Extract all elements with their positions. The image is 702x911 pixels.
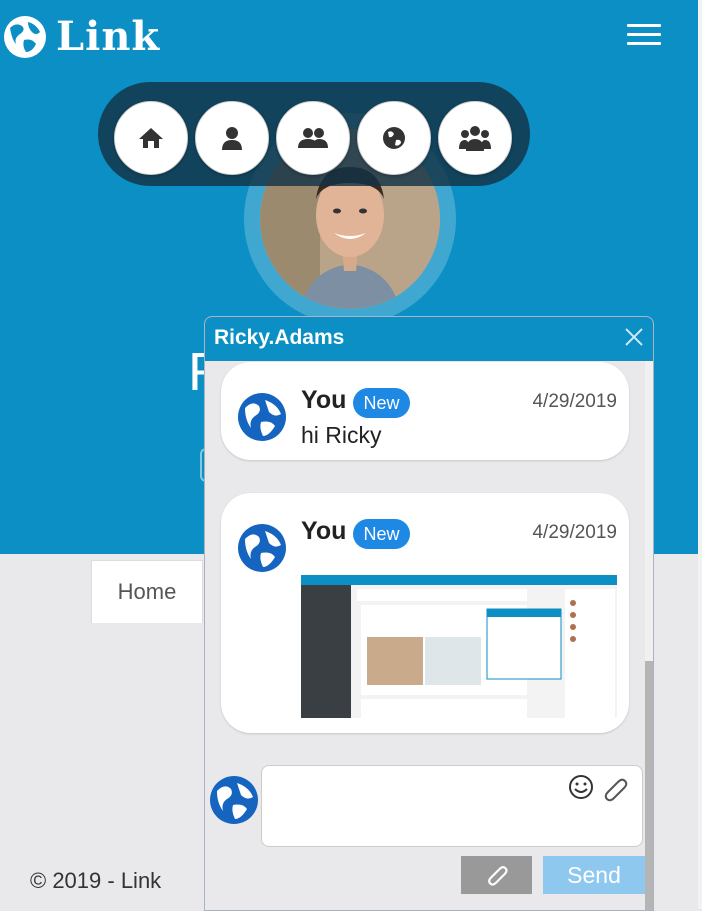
nav-profile-button[interactable] [195, 101, 269, 175]
friends-icon [298, 128, 328, 148]
paperclip-icon[interactable] [602, 776, 628, 802]
chat-scrollbar[interactable] [645, 361, 653, 910]
tab-home[interactable]: Home [91, 560, 203, 623]
close-icon[interactable] [623, 326, 645, 348]
send-button[interactable]: Send [543, 856, 645, 894]
chat-title: Ricky.Adams [214, 326, 345, 349]
globe-logo-icon [4, 16, 46, 58]
globe-avatar-icon [238, 393, 286, 441]
globe-avatar-icon [238, 524, 286, 572]
message-sender: You [301, 386, 347, 414]
nav-friends-button[interactable] [276, 101, 350, 175]
message-date: 4/29/2019 [532, 522, 617, 543]
message-text: hi Ricky [301, 422, 382, 448]
chat-window: Ricky.Adams You New 4/29/2019 hi Ricky Y… [204, 316, 654, 911]
globe-avatar-icon [210, 776, 258, 824]
scroll-thumb[interactable] [645, 661, 653, 910]
groups-icon [459, 126, 491, 151]
page-edge [698, 0, 702, 909]
attach-button[interactable] [461, 856, 532, 894]
brand-logo[interactable]: Link [2, 14, 160, 60]
message-date: 4/29/2019 [532, 391, 617, 412]
home-icon [139, 128, 163, 148]
message-input[interactable] [261, 765, 643, 847]
new-badge: New [353, 519, 410, 549]
user-icon [222, 127, 242, 150]
paperclip-icon [487, 866, 508, 886]
footer-copyright: © 2019 - Link [30, 868, 162, 893]
brand-name: Link [56, 13, 161, 60]
chat-message: You New 4/29/2019 [221, 493, 629, 733]
globe-icon [383, 127, 405, 149]
nav-groups-button[interactable] [438, 101, 512, 175]
chat-message: You New 4/29/2019 hi Ricky [221, 362, 629, 460]
emoji-icon[interactable] [568, 774, 594, 800]
new-badge: New [353, 388, 410, 418]
message-sender: You [301, 517, 347, 545]
attached-screenshot-image[interactable] [301, 575, 617, 718]
nav-home-button[interactable] [114, 101, 188, 175]
nav-explore-button[interactable] [357, 101, 431, 175]
menu-icon[interactable] [627, 24, 661, 46]
chat-header: Ricky.Adams [205, 317, 653, 361]
